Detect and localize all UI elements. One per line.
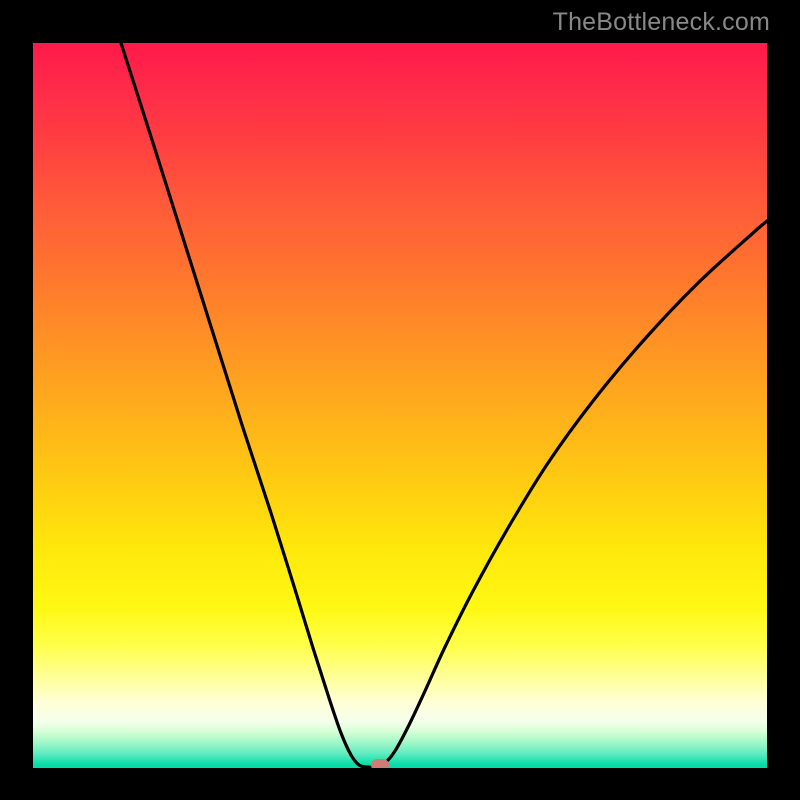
bottleneck-curve [121, 43, 767, 767]
plot-area [33, 43, 767, 768]
curve-layer [33, 43, 767, 768]
minimum-marker [371, 759, 389, 768]
watermark-text: TheBottleneck.com [553, 8, 770, 37]
chart-frame: TheBottleneck.com [0, 0, 800, 800]
